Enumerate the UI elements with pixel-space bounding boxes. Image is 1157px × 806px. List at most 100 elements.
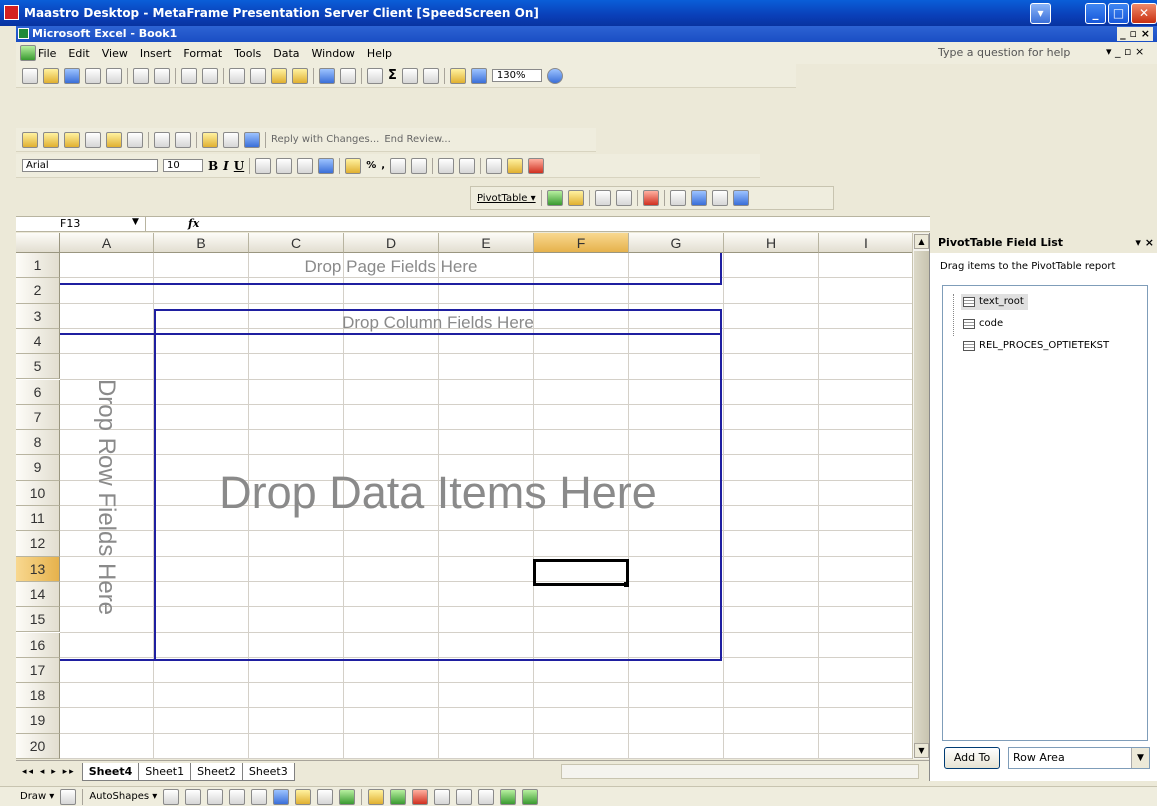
row-header[interactable]: 19 — [16, 708, 60, 734]
merge-center-icon[interactable] — [318, 157, 335, 174]
zoom-select[interactable]: 130% — [491, 69, 543, 82]
maximize-icon[interactable]: □ — [1108, 3, 1129, 24]
menu-edit[interactable]: Edit — [68, 47, 89, 60]
review-icon-1[interactable] — [22, 131, 38, 148]
autoshapes-menu-button[interactable]: AutoShapes ▾ — [89, 791, 157, 802]
shadow-icon[interactable] — [500, 788, 517, 805]
help-icon[interactable] — [547, 67, 564, 84]
area-select[interactable]: Row Area ▼ — [1008, 747, 1150, 769]
menu-data[interactable]: Data — [273, 47, 299, 60]
open-icon[interactable] — [43, 67, 59, 84]
refresh-data-icon[interactable] — [642, 190, 659, 206]
select-all-corner[interactable] — [16, 233, 60, 253]
excel-doc-icon[interactable] — [20, 45, 36, 61]
draw-menu-button[interactable]: Draw ▾ — [20, 791, 54, 802]
tab-nav-buttons[interactable]: ◂◂ ◂ ▸ ▸▸ — [16, 767, 82, 777]
email-icon[interactable] — [106, 67, 122, 84]
save-icon[interactable] — [64, 67, 80, 84]
include-hidden-icon[interactable] — [669, 190, 686, 206]
field-item-rel-proces-optietekst[interactable]: REL_PROCES_OPTIETEKST — [961, 338, 1113, 354]
close-icon[interactable]: ✕ — [1131, 3, 1157, 24]
excel-window-controls[interactable]: _ ▫ × — [1117, 27, 1153, 41]
horizontal-scrollbar[interactable] — [561, 764, 919, 779]
percent-button[interactable]: % — [366, 160, 376, 171]
vertical-scrollbar[interactable]: ▲ ▼ — [912, 233, 929, 759]
comma-button[interactable]: , — [381, 160, 385, 171]
align-left-icon[interactable] — [255, 157, 272, 174]
insert-function-icon[interactable]: fx — [188, 217, 199, 230]
new-icon[interactable] — [22, 67, 38, 84]
review-icon-2[interactable] — [43, 131, 59, 148]
hyperlink-icon[interactable] — [367, 67, 383, 84]
column-header[interactable]: B — [154, 233, 249, 253]
paste-icon[interactable] — [271, 67, 287, 84]
format-report-icon[interactable] — [546, 190, 563, 206]
bold-button[interactable]: B — [208, 159, 218, 173]
arrow-icon[interactable] — [185, 788, 202, 805]
menu-file[interactable]: File — [38, 47, 56, 60]
print-icon[interactable] — [133, 67, 149, 84]
research-icon[interactable] — [202, 67, 218, 84]
citrix-tray-icon[interactable]: ▾ — [1030, 3, 1051, 24]
italic-button[interactable]: I — [223, 159, 229, 173]
row-header[interactable]: 1 — [16, 253, 60, 279]
column-header[interactable]: H — [724, 233, 819, 253]
menu-view[interactable]: View — [102, 47, 128, 60]
field-item-code[interactable]: code — [961, 316, 1007, 332]
fill-color-icon[interactable] — [507, 157, 524, 174]
line-style-icon[interactable] — [434, 788, 451, 805]
print-preview-icon[interactable] — [154, 67, 170, 84]
review-icon-4[interactable] — [85, 131, 101, 148]
row-header[interactable]: 3 — [16, 303, 60, 329]
help-search-input[interactable]: Type a question for help — [938, 46, 1070, 59]
font-name-select[interactable]: Arial — [22, 159, 158, 172]
field-settings-icon[interactable] — [711, 190, 728, 206]
show-detail-icon[interactable] — [615, 190, 632, 206]
redo-icon[interactable] — [340, 67, 356, 84]
review-icon-5[interactable] — [106, 131, 122, 148]
tab-sheet1[interactable]: Sheet1 — [138, 762, 192, 781]
review-icon-9[interactable] — [202, 131, 218, 148]
reply-with-changes-button[interactable]: Reply with Changes... — [271, 134, 379, 145]
font-color-icon[interactable] — [528, 157, 545, 174]
review-icon-11[interactable] — [244, 131, 260, 148]
menu-insert[interactable]: Insert — [140, 47, 172, 60]
pivottable-menu-button[interactable]: PivotTable ▾ — [477, 193, 536, 204]
panel-close-icon[interactable]: ▾ × — [1135, 233, 1154, 253]
row-header[interactable]: 5 — [16, 354, 60, 380]
field-item-text-root[interactable]: text_root — [961, 294, 1028, 310]
currency-icon[interactable] — [345, 157, 362, 174]
diagram-icon[interactable] — [295, 788, 312, 805]
chart-wizard-icon[interactable] — [567, 190, 584, 206]
align-center-icon[interactable] — [276, 157, 293, 174]
align-right-icon[interactable] — [297, 157, 314, 174]
row-header[interactable]: 18 — [16, 683, 60, 709]
hide-detail-icon[interactable] — [594, 190, 611, 206]
tab-sheet2[interactable]: Sheet2 — [190, 762, 243, 781]
tab-sheet4[interactable]: Sheet4 — [81, 762, 140, 781]
increase-indent-icon[interactable] — [459, 157, 476, 174]
chevron-down-icon[interactable]: ▼ — [1131, 748, 1149, 768]
scroll-thumb[interactable] — [914, 251, 929, 743]
review-icon-7[interactable] — [154, 131, 170, 148]
borders-icon[interactable] — [486, 157, 503, 174]
column-header[interactable]: G — [629, 233, 724, 253]
3d-icon[interactable] — [522, 788, 539, 805]
end-review-button[interactable]: End Review... — [384, 134, 450, 145]
review-icon-10[interactable] — [223, 131, 239, 148]
tab-sheet3[interactable]: Sheet3 — [241, 762, 295, 781]
name-box-dropdown-icon[interactable]: ▼ — [132, 217, 139, 227]
arrow-style-icon[interactable] — [478, 788, 495, 805]
worksheet-grid[interactable]: ABCDEFGHI 1 2 3 4 5 6 7 8 9 10 11 12 13 14 15 16 17 18 19 2… — [16, 233, 912, 759]
scroll-up-icon[interactable]: ▲ — [914, 234, 929, 249]
row-header[interactable]: 2 — [16, 278, 60, 304]
column-header[interactable]: E — [439, 233, 534, 253]
decrease-decimal-icon[interactable] — [411, 157, 428, 174]
menu-window[interactable]: Window — [312, 47, 355, 60]
row-header[interactable]: 16 — [16, 632, 60, 658]
row-header[interactable]: 12 — [16, 531, 60, 557]
menu-help[interactable]: Help — [367, 47, 392, 60]
active-cell[interactable] — [533, 559, 629, 586]
undo-icon[interactable] — [319, 67, 335, 84]
row-header[interactable]: 20 — [16, 733, 60, 759]
